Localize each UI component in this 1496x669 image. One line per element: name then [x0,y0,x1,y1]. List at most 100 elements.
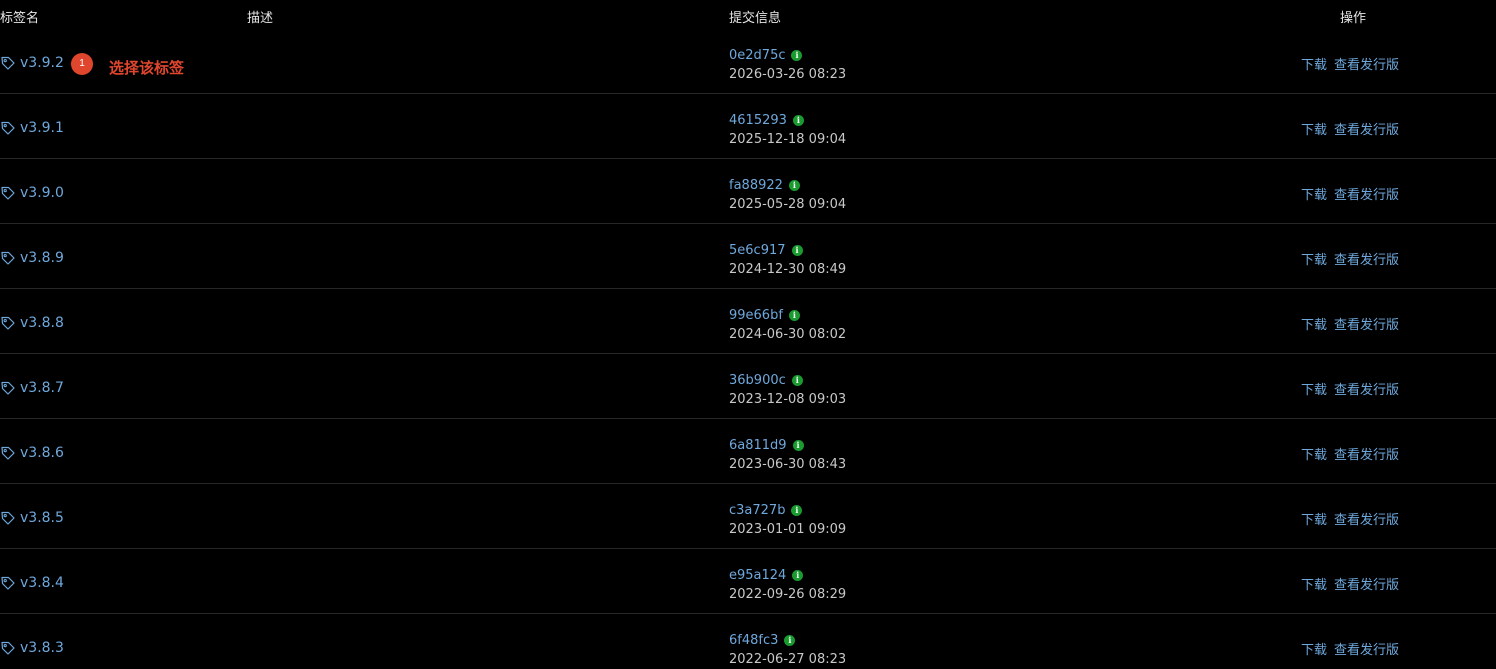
view-release-link[interactable]: 查看发行版 [1334,639,1399,658]
view-release-link[interactable]: 查看发行版 [1334,184,1399,203]
tag-icon [0,315,16,331]
tag-icon [0,510,16,526]
commit-cell: 4615293 i 2025-12-18 09:04 [729,111,846,149]
info-icon[interactable]: i [788,179,800,191]
tag-link[interactable]: v3.8.5 [20,509,64,527]
commit-cell: 5e6c917 i 2024-12-30 08:49 [729,241,846,279]
tag-cell: v3.9.1 [0,119,64,137]
commit-hash-link[interactable]: 6f48fc3 [729,633,778,648]
actions-cell: 下载 查看发行版 [1301,314,1399,333]
commit-date: 2025-05-28 09:04 [729,197,847,212]
tag-link[interactable]: v3.8.7 [20,379,64,397]
tag-icon [0,380,16,396]
view-release-link[interactable]: 查看发行版 [1334,444,1399,463]
commit-hash-link[interactable]: 36b900c [729,373,786,388]
header-description: 描述 [247,11,274,26]
tag-cell: v3.8.8 [0,314,64,332]
commit-date: 2024-12-30 08:49 [729,262,847,277]
table-row: v3.8.5 c3a727b i 2023-01-01 09:09 下载 查看发行版 [0,484,1496,549]
table-row: v3.8.6 6a811d9 i 2023-06-30 08:43 下载 查看发行版 [0,419,1496,484]
tags-table-body: v3.9.2 0e2d75c i 2026-03-26 08:23 下载 查看发行版 v3.… [0,29,1496,669]
commit-hash-link[interactable]: 0e2d75c [729,48,785,63]
tag-cell: v3.8.9 [0,249,64,267]
download-link[interactable]: 下载 [1301,444,1327,463]
view-release-link[interactable]: 查看发行版 [1334,379,1399,398]
tag-cell: v3.8.4 [0,574,64,592]
download-link[interactable]: 下载 [1301,249,1327,268]
tag-cell: v3.8.5 [0,509,64,527]
header-commit-info: 提交信息 [729,11,782,26]
tag-link[interactable]: v3.8.8 [20,314,64,332]
tags-page: 标签名 描述 提交信息 操作 v3.9.2 0e2d75c i 2026-03-26 … [0,0,1496,669]
tag-icon [0,55,16,71]
tag-link[interactable]: v3.9.1 [20,119,64,137]
view-release-link[interactable]: 查看发行版 [1334,119,1399,138]
commit-hash-link[interactable]: fa88922 [729,178,783,193]
tag-link[interactable]: v3.8.9 [20,249,64,267]
commit-hash-link[interactable]: 5e6c917 [729,243,786,258]
actions-cell: 下载 查看发行版 [1301,639,1399,658]
commit-date: 2023-06-30 08:43 [729,457,847,472]
download-link[interactable]: 下载 [1301,184,1327,203]
actions-cell: 下载 查看发行版 [1301,54,1399,73]
info-icon[interactable]: i [792,569,804,581]
commit-hash-link[interactable]: e95a124 [729,568,786,583]
actions-cell: 下载 查看发行版 [1301,574,1399,593]
commit-date: 2022-06-27 08:23 [729,652,847,667]
download-link[interactable]: 下载 [1301,119,1327,138]
tag-link[interactable]: v3.8.4 [20,574,64,592]
commit-cell: e95a124 i 2022-09-26 08:29 [729,566,846,604]
actions-cell: 下载 查看发行版 [1301,509,1399,528]
commit-date: 2023-12-08 09:03 [729,392,847,407]
table-row: v3.9.2 0e2d75c i 2026-03-26 08:23 下载 查看发行版 [0,29,1496,94]
tag-icon [0,120,16,136]
tag-link[interactable]: v3.8.6 [20,444,64,462]
actions-cell: 下载 查看发行版 [1301,119,1399,138]
download-link[interactable]: 下载 [1301,54,1327,73]
commit-cell: 6f48fc3 i 2022-06-27 08:23 [729,631,846,669]
view-release-link[interactable]: 查看发行版 [1334,509,1399,528]
download-link[interactable]: 下载 [1301,574,1327,593]
tag-cell: v3.8.7 [0,379,64,397]
tag-cell: v3.9.2 [0,54,64,72]
actions-cell: 下载 查看发行版 [1301,444,1399,463]
commit-hash-link[interactable]: 6a811d9 [729,438,787,453]
table-row: v3.9.0 fa88922 i 2025-05-28 09:04 下载 查看发行版 [0,159,1496,224]
download-link[interactable]: 下载 [1301,509,1327,528]
tag-icon [0,640,16,656]
download-link[interactable]: 下载 [1301,379,1327,398]
commit-cell: 6a811d9 i 2023-06-30 08:43 [729,436,846,474]
commit-hash-link[interactable]: 4615293 [729,113,787,128]
commit-date: 2024-06-30 08:02 [729,327,847,342]
commit-hash-link[interactable]: c3a727b [729,503,785,518]
info-icon[interactable]: i [791,49,803,61]
view-release-link[interactable]: 查看发行版 [1334,249,1399,268]
commit-cell: 0e2d75c i 2026-03-26 08:23 [729,46,846,84]
annotation-label: 选择该标签 [109,59,185,77]
view-release-link[interactable]: 查看发行版 [1334,574,1399,593]
commit-date: 2022-09-26 08:29 [729,587,847,602]
commit-date: 2026-03-26 08:23 [729,67,847,82]
table-row: v3.8.3 6f48fc3 i 2022-06-27 08:23 下载 查看发行版 [0,614,1496,669]
info-icon[interactable]: i [792,439,804,451]
commit-hash-link[interactable]: 99e66bf [729,308,783,323]
tag-link[interactable]: v3.9.2 [20,54,64,72]
tag-icon [0,185,16,201]
actions-cell: 下载 查看发行版 [1301,184,1399,203]
header-tag-name: 标签名 [0,11,40,26]
download-link[interactable]: 下载 [1301,639,1327,658]
info-icon[interactable]: i [792,114,804,126]
tag-icon [0,445,16,461]
info-icon[interactable]: i [784,634,796,646]
table-row: v3.8.7 36b900c i 2023-12-08 09:03 下载 查看发行版 [0,354,1496,419]
info-icon[interactable]: i [791,244,803,256]
download-link[interactable]: 下载 [1301,314,1327,333]
view-release-link[interactable]: 查看发行版 [1334,54,1399,73]
info-icon[interactable]: i [791,374,803,386]
tag-link[interactable]: v3.9.0 [20,184,64,202]
info-icon[interactable]: i [788,309,800,321]
info-icon[interactable]: i [791,504,803,516]
view-release-link[interactable]: 查看发行版 [1334,314,1399,333]
table-row: v3.8.4 e95a124 i 2022-09-26 08:29 下载 查看发行版 [0,549,1496,614]
tag-link[interactable]: v3.8.3 [20,639,64,657]
